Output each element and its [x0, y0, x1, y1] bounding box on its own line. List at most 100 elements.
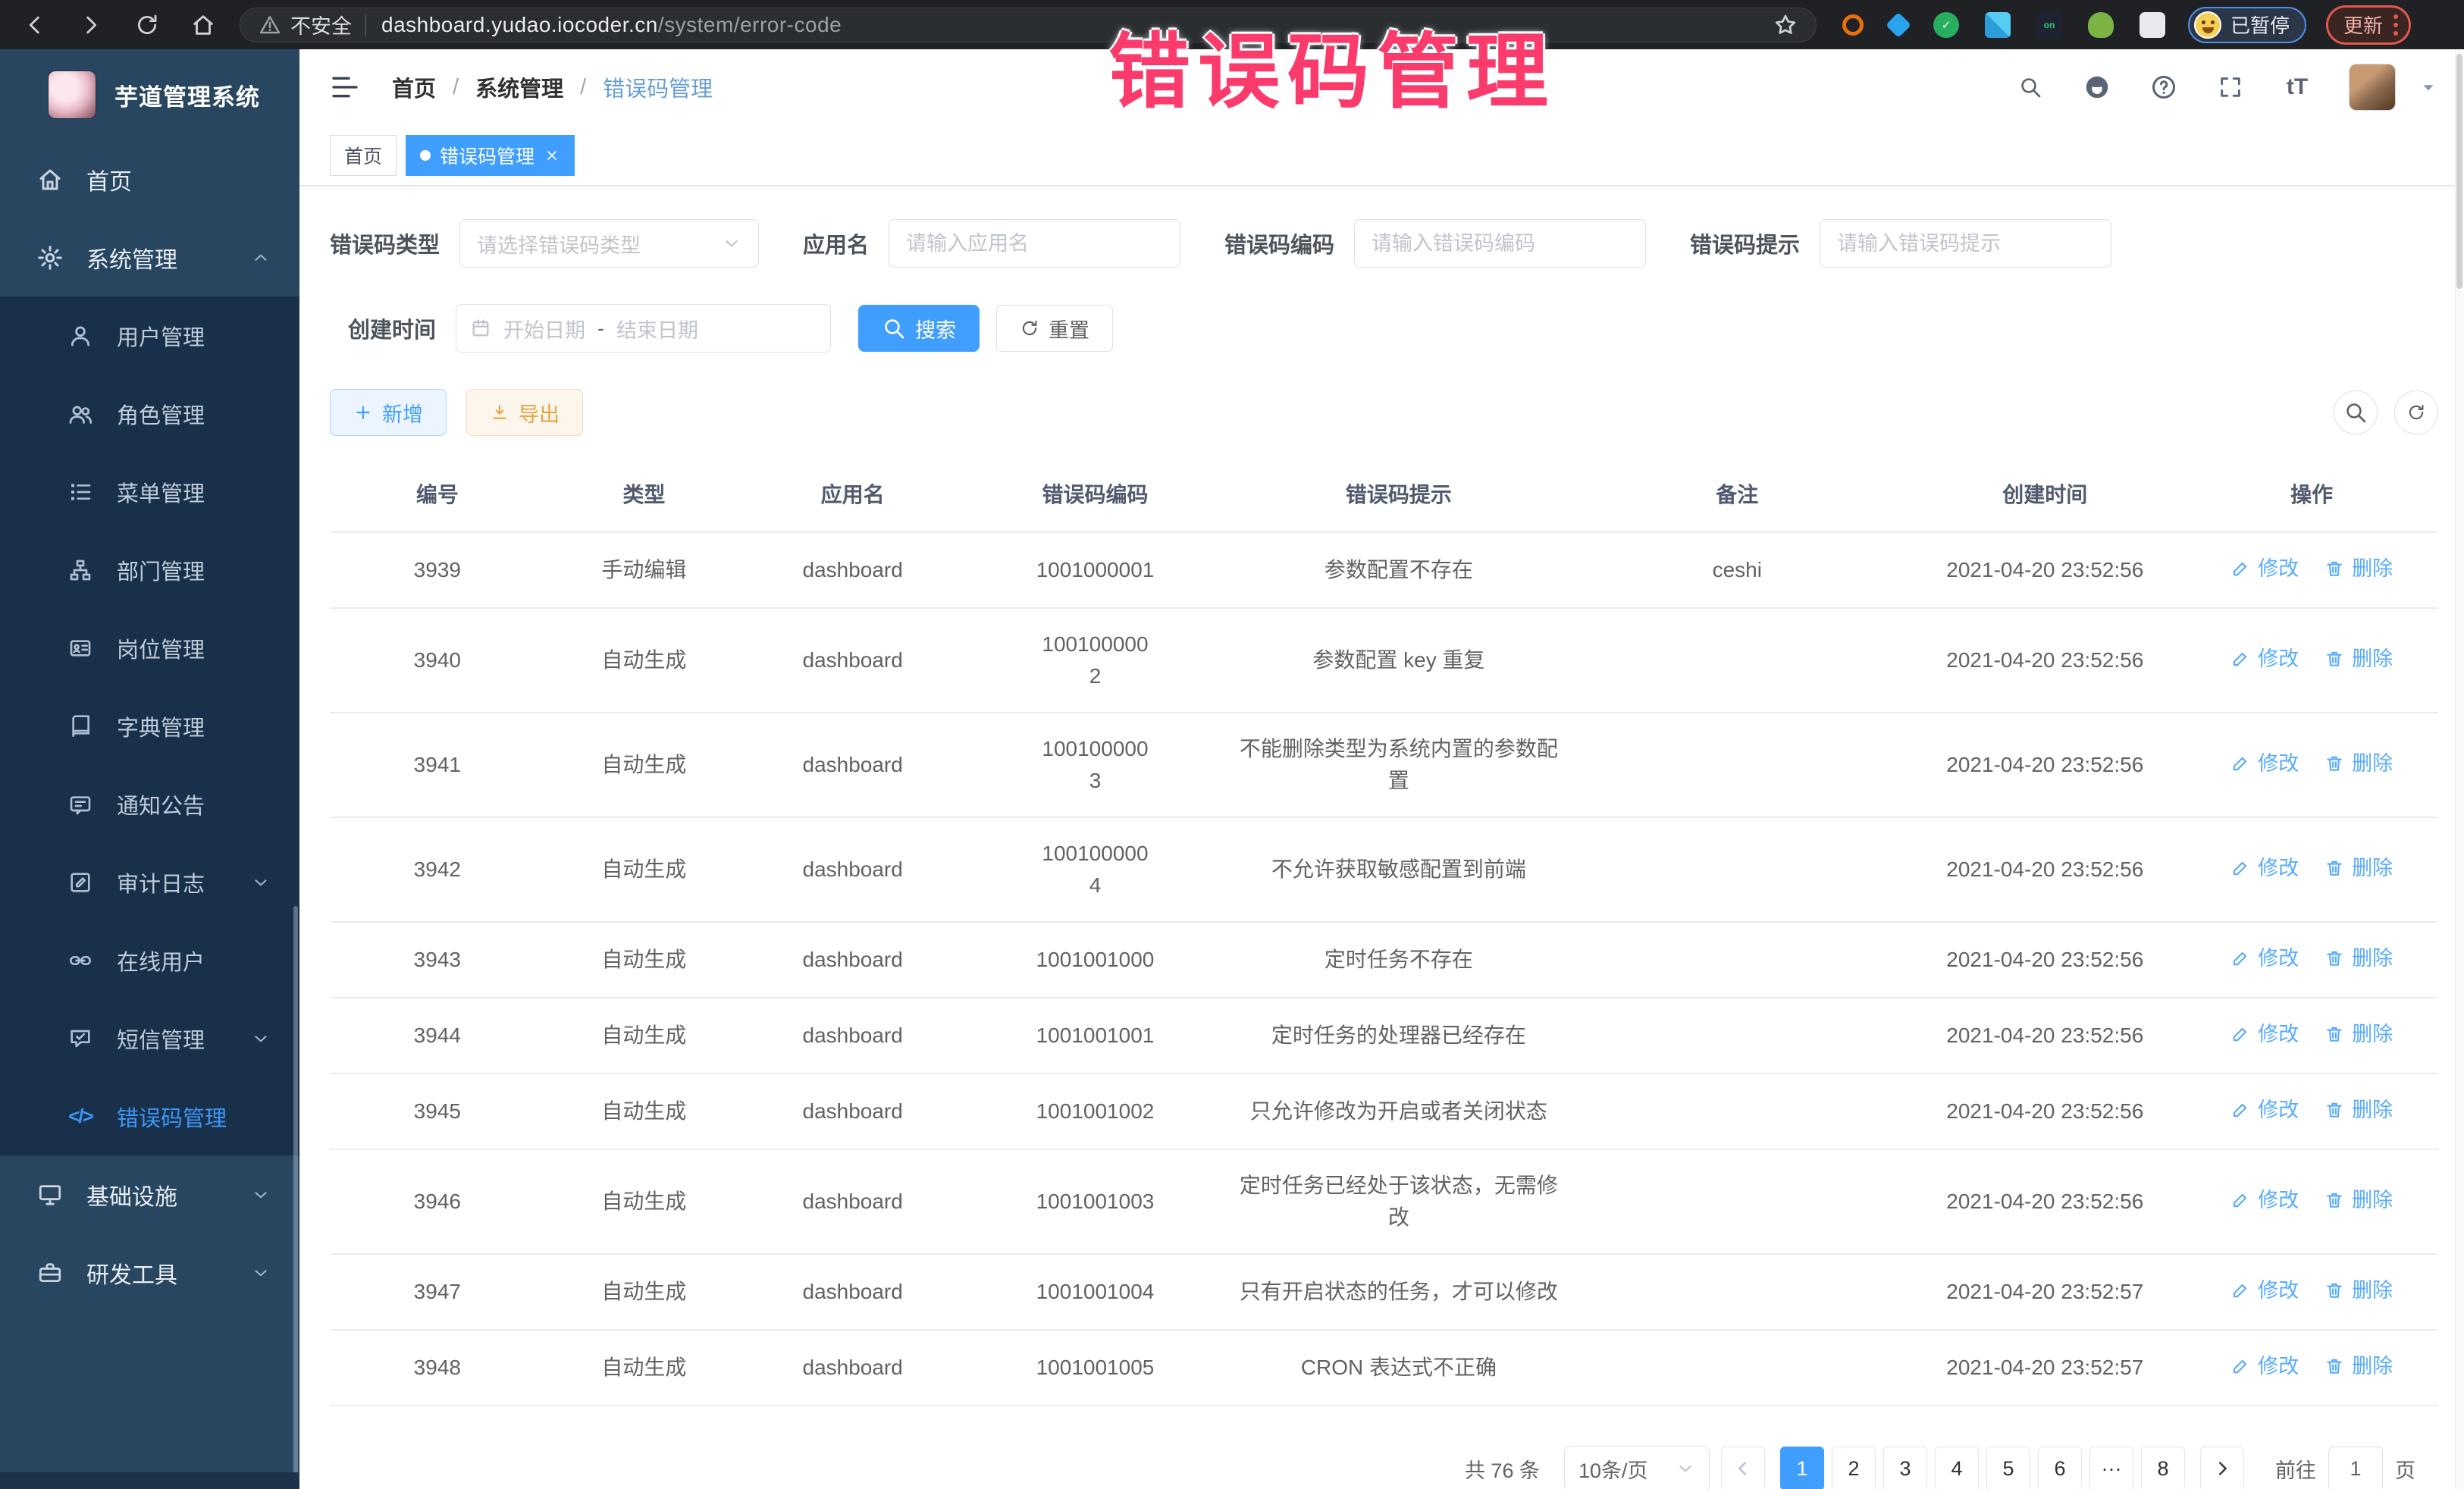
page-button-1[interactable]: 1: [1780, 1447, 1824, 1489]
edit-link[interactable]: 修改: [2230, 643, 2299, 675]
forward-icon[interactable]: [77, 11, 105, 39]
sidebar-item-role-management[interactable]: 角色管理: [0, 375, 299, 453]
bookmark-star-icon[interactable]: [1773, 13, 1798, 37]
sidebar-item-sms-management[interactable]: 短信管理: [0, 999, 299, 1077]
sidebar-item-home[interactable]: 首页: [0, 140, 299, 218]
sidebar-item-system-management[interactable]: 系统管理: [0, 218, 299, 296]
hamburger-icon[interactable]: [330, 72, 360, 102]
blue-grid-ext-icon[interactable]: [1985, 12, 2011, 38]
app-name-input[interactable]: [906, 232, 1163, 255]
window-scrollbar[interactable]: [2455, 49, 2464, 1489]
page-button-4[interactable]: 4: [1935, 1447, 1979, 1489]
delete-link[interactable]: 删除: [2324, 553, 2393, 585]
avatar-caret-down-icon[interactable]: [2419, 77, 2438, 97]
edit-link[interactable]: 修改: [2230, 1350, 2299, 1382]
url-text[interactable]: dashboard.yudao.iocoder.cn/system/error-…: [381, 13, 842, 37]
error-code-input[interactable]: [1372, 232, 1629, 255]
delete-link[interactable]: 删除: [2324, 1274, 2393, 1306]
export-button[interactable]: 导出: [466, 389, 583, 436]
security-label[interactable]: 不安全: [290, 10, 352, 39]
scrollbar-thumb[interactable]: [2456, 54, 2462, 289]
delete-link[interactable]: 删除: [2324, 942, 2393, 974]
browser-update-button[interactable]: 更新: [2326, 5, 2411, 45]
prev-page-button[interactable]: [1721, 1447, 1765, 1489]
refresh-table-button[interactable]: [2394, 390, 2438, 434]
edit-link[interactable]: 修改: [2230, 1274, 2299, 1306]
sidebar-item-menu-management[interactable]: 菜单管理: [0, 453, 299, 531]
reset-button[interactable]: 重置: [996, 305, 1113, 352]
show-search-toggle-button[interactable]: [2334, 390, 2378, 434]
edit-link[interactable]: 修改: [2230, 1018, 2299, 1050]
page-button-8[interactable]: 8: [2141, 1447, 2185, 1489]
sidebar-item-dict-management[interactable]: 字典管理: [0, 687, 299, 765]
sidebar-item-user-management[interactable]: 用户管理: [0, 296, 299, 375]
edit-link[interactable]: 修改: [2230, 553, 2299, 585]
delete-link[interactable]: 删除: [2324, 643, 2393, 675]
tag-close-icon[interactable]: [544, 147, 560, 164]
error-msg-input[interactable]: [1837, 232, 2094, 255]
page-size-select[interactable]: 10条/页: [1564, 1446, 1710, 1489]
github-icon[interactable]: [2082, 72, 2112, 102]
fullscreen-icon[interactable]: [2215, 72, 2246, 102]
delete-link[interactable]: 删除: [2324, 852, 2393, 884]
puzzle-ext-icon[interactable]: [2140, 12, 2165, 38]
page-button-5[interactable]: 5: [1986, 1447, 2030, 1489]
edit-link[interactable]: 修改: [2230, 1184, 2299, 1216]
app-logo[interactable]: 芋道管理系统: [0, 49, 299, 140]
next-page-button[interactable]: [2200, 1447, 2244, 1489]
table-row: 3940自动生成dashboard1001000002参数配置 key 重复20…: [330, 608, 2438, 713]
orange-ring-ext-icon[interactable]: [1842, 14, 1864, 36]
create-time-range-picker[interactable]: 开始日期 - 结束日期: [456, 304, 831, 353]
sidebar-item-dev-tools[interactable]: 研发工具: [0, 1234, 299, 1312]
delete-link[interactable]: 删除: [2324, 1350, 2393, 1382]
tag-item[interactable]: 首页: [330, 135, 397, 176]
browser-menu-icon[interactable]: [2393, 14, 2398, 36]
error-type-select[interactable]: 请选择错误码类型: [459, 219, 759, 268]
cell-operations: 修改删除: [2185, 532, 2438, 608]
delete-link[interactable]: 删除: [2324, 1094, 2393, 1126]
page-button-3[interactable]: 3: [1883, 1447, 1927, 1489]
help-icon[interactable]: [2149, 72, 2179, 102]
sidebar-item-infrastructure[interactable]: 基础设施: [0, 1155, 299, 1234]
screen: 不安全 dashboard.yudao.iocoder.cn/system/er…: [0, 0, 2464, 1489]
blue-gem-ext-icon[interactable]: [1886, 12, 1911, 38]
breadcrumb-home[interactable]: 首页: [392, 71, 436, 103]
goto-page-input[interactable]: [2328, 1447, 2383, 1489]
page-button-6[interactable]: 6: [2038, 1447, 2082, 1489]
search-button[interactable]: 搜索: [858, 305, 980, 352]
message-check-icon: [67, 1025, 94, 1052]
sidebar-item-notice-announcement[interactable]: 通知公告: [0, 765, 299, 843]
page-button-2[interactable]: 2: [1832, 1447, 1876, 1489]
edit-link[interactable]: 修改: [2230, 852, 2299, 884]
sidebar-item-audit-log[interactable]: 审计日志: [0, 843, 299, 921]
page-ellipsis-button[interactable]: ···: [2089, 1447, 2133, 1489]
not-secure-warning-icon[interactable]: [259, 14, 281, 36]
green-check-ext-icon[interactable]: ✓: [1933, 12, 1959, 38]
font-size-icon[interactable]: tT: [2282, 72, 2312, 102]
cell-id: 3946: [330, 1149, 545, 1254]
browser-profile-button[interactable]: 已暂停: [2188, 7, 2306, 43]
sidebar-item-error-code-management[interactable]: </>错误码管理: [0, 1077, 299, 1155]
edit-link[interactable]: 修改: [2230, 748, 2299, 779]
edit-link[interactable]: 修改: [2230, 942, 2299, 974]
delete-link[interactable]: 删除: [2324, 1018, 2393, 1050]
edit-link[interactable]: 修改: [2230, 1094, 2299, 1126]
green-key-ext-icon[interactable]: [2088, 12, 2114, 38]
back-icon[interactable]: [21, 11, 49, 39]
sidebar-item-dept-management[interactable]: 部门管理: [0, 531, 299, 609]
sidebar-item-online-users[interactable]: 在线用户: [0, 921, 299, 999]
tag-active[interactable]: 错误码管理: [406, 135, 575, 176]
search-icon[interactable]: [2015, 72, 2045, 102]
delete-link[interactable]: 删除: [2324, 1184, 2393, 1216]
sidebar-scrollbar[interactable]: [293, 906, 298, 1482]
system-submenu: 用户管理角色管理菜单管理部门管理岗位管理字典管理通知公告审计日志在线用户短信管理…: [0, 296, 299, 1155]
home-icon[interactable]: [190, 11, 217, 39]
user-avatar[interactable]: [2349, 64, 2396, 111]
delete-link[interactable]: 删除: [2324, 748, 2393, 779]
breadcrumb-system[interactable]: 系统管理: [475, 71, 563, 103]
sidebar-item-post-management[interactable]: 岗位管理: [0, 609, 299, 687]
reload-icon[interactable]: [133, 11, 161, 39]
dark-on-ext-icon[interactable]: on: [2036, 12, 2062, 38]
add-button[interactable]: 新增: [330, 389, 447, 436]
address-bar[interactable]: 不安全 dashboard.yudao.iocoder.cn/system/er…: [240, 8, 1817, 42]
